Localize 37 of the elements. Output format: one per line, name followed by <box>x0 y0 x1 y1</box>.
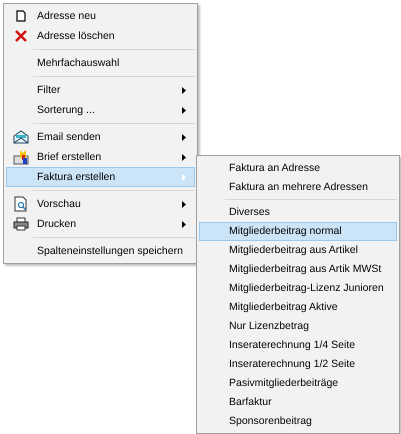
submenu-arrow-icon <box>182 134 186 140</box>
menu-item[interactable]: Faktura an mehrere Adressen <box>199 177 397 196</box>
menu-item[interactable]: Diverses <box>199 202 397 222</box>
menu-item[interactable]: Adresse löschen <box>6 26 195 46</box>
menu-item[interactable]: Barfaktur <box>199 392 397 412</box>
letter-icon <box>13 149 29 165</box>
menu-item[interactable]: Sorterung ... <box>6 100 195 120</box>
menu-item[interactable]: Inseraterechnung 1/4 Seite <box>199 336 397 355</box>
menu-item[interactable]: Filter <box>6 80 195 100</box>
menu-item[interactable]: Mitgliederbeitrag aus Artikel <box>199 240 397 260</box>
printer-icon <box>13 216 29 232</box>
submenu-arrow-icon <box>182 86 186 94</box>
menu-item[interactable]: Vorschau <box>6 194 195 214</box>
menu-item[interactable]: Mitgliederbeitrag Aktive <box>199 298 397 317</box>
menu-item[interactable]: Spalteneinstellungen speichern <box>6 241 195 261</box>
menu-item[interactable]: Sponsorenbeitrag <box>199 412 397 431</box>
submenu-arrow-icon <box>182 106 186 114</box>
envelope-icon <box>13 129 29 145</box>
menu-item[interactable]: Brief erstellen <box>6 147 195 167</box>
menu-item[interactable]: Adresse neu <box>6 6 195 26</box>
menu-item[interactable]: Mehrfachauswahl <box>6 53 195 73</box>
menu-item[interactable]: Mitgliederbeitrag aus Artik MWSt <box>199 260 397 279</box>
menu-item[interactable]: Pasivmitgliederbeiträge <box>199 374 397 393</box>
menu-item[interactable]: Email senden <box>6 127 195 147</box>
menu-item[interactable]: Faktura erstellen <box>6 167 195 187</box>
menu-item[interactable]: Nur Lizenzbetrag <box>199 316 397 336</box>
delete-icon <box>13 28 29 44</box>
submenu-arrow-icon <box>182 200 186 208</box>
menu-item[interactable]: Faktura an Adresse <box>199 158 397 177</box>
menu-item[interactable]: Drucken <box>6 214 195 234</box>
menu-item[interactable]: Mitgliederbeitrag normal <box>199 222 397 241</box>
submenu-arrow-icon <box>182 174 186 180</box>
menu-item[interactable]: Mitgliederbeitrag-Lizenz Junioren <box>199 278 397 298</box>
page-magnifier-icon <box>13 196 29 212</box>
menu-item[interactable]: Inseraterechnung 1/2 Seite <box>199 354 397 374</box>
submenu-arrow-icon <box>182 154 186 160</box>
submenu-arrow-icon <box>182 220 186 228</box>
